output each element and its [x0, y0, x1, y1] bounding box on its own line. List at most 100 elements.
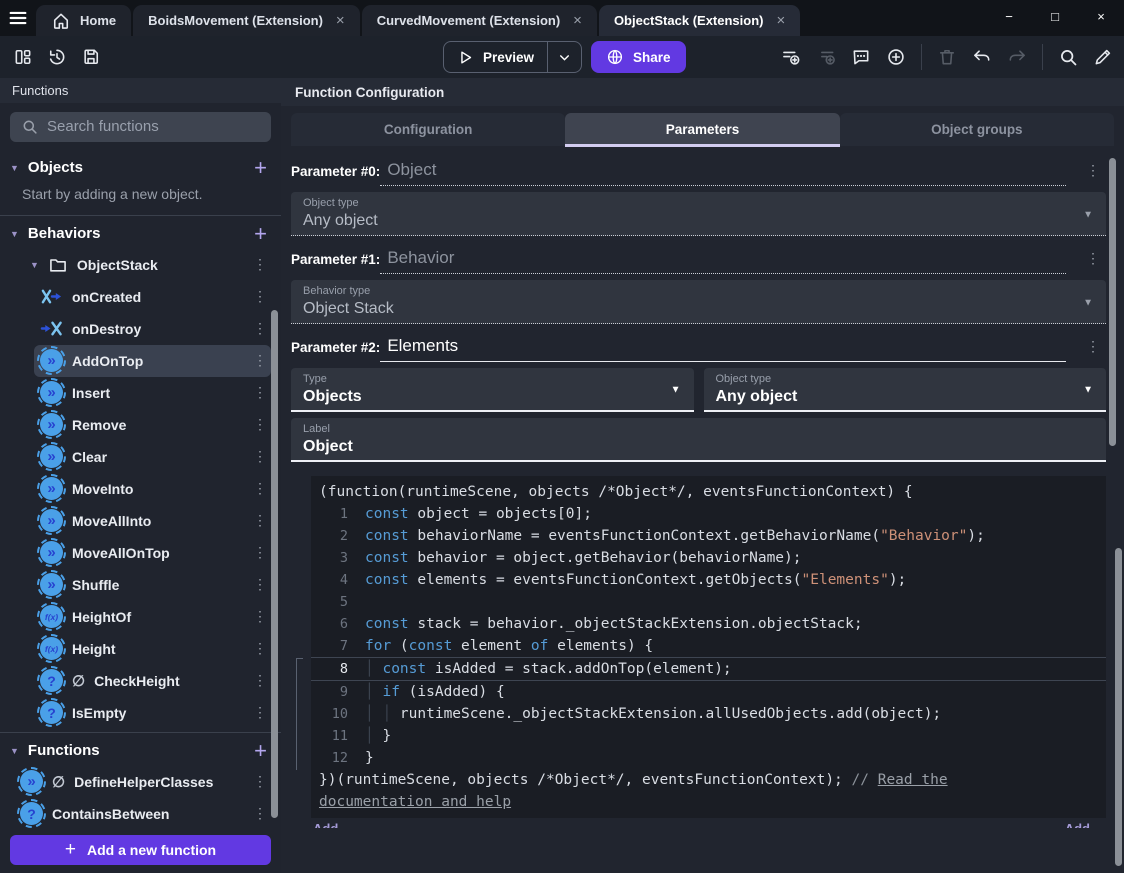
sidebar-scrollbar[interactable] — [271, 310, 278, 818]
search-input[interactable] — [47, 118, 260, 136]
sidebar-item-definehelperclasses[interactable]: » ∅ DefineHelperClasses ⋮ — [14, 766, 271, 798]
dropdown-type[interactable]: Type Objects ▼ — [291, 368, 694, 412]
add-objects-button[interactable]: + — [254, 156, 267, 179]
item-menu-icon[interactable]: ⋮ — [249, 352, 271, 369]
layout-panels-icon[interactable] — [8, 42, 38, 72]
item-menu-icon[interactable]: ⋮ — [249, 773, 271, 790]
sidebar-item-addontop[interactable]: » AddOnTop ⋮ — [34, 344, 271, 377]
close-button[interactable]: × — [1078, 0, 1124, 32]
tab-boidsmovement-extension-[interactable]: BoidsMovement (Extension) × — [133, 5, 360, 36]
save-icon[interactable] — [76, 42, 106, 72]
item-menu-icon[interactable]: ⋮ — [249, 384, 271, 401]
preview-dropdown-button[interactable] — [547, 42, 581, 72]
parameter-name-field[interactable]: Object — [380, 160, 1066, 186]
redo-icon[interactable] — [1002, 42, 1032, 72]
add-circle-icon[interactable] — [881, 42, 911, 72]
parameter-menu-icon[interactable]: ⋮ — [1080, 338, 1106, 362]
dropdown-behavior-type[interactable]: Behavior type Object Stack ▼ — [291, 280, 1106, 324]
chevron-down-icon[interactable]: ▼ — [10, 163, 19, 173]
share-button[interactable]: Share — [591, 41, 686, 73]
code-token: │ — [365, 661, 383, 677]
search-icon[interactable] — [1053, 42, 1083, 72]
item-menu-icon[interactable]: ⋮ — [249, 640, 271, 657]
chevron-down-icon[interactable]: ▼ — [10, 746, 19, 756]
sidebar-item-moveallinto[interactable]: » MoveAllInto ⋮ — [34, 505, 271, 537]
field-value: Any object — [303, 212, 378, 229]
chevron-down-icon: ▼ — [1083, 384, 1093, 396]
item-menu-icon[interactable]: ⋮ — [249, 448, 271, 465]
chevron-down-icon[interactable]: ▼ — [30, 260, 39, 270]
code-editor[interactable]: (function(runtimeScene, objects /*Object… — [296, 476, 1106, 818]
tab-parameters[interactable]: Parameters — [565, 113, 840, 147]
item-menu-icon[interactable]: ⋮ — [249, 608, 271, 625]
sidebar-item-isempty[interactable]: ? IsEmpty ⋮ — [34, 697, 271, 729]
dropdown-object-type[interactable]: Object type Any object ▼ — [703, 368, 1106, 412]
parameter-menu-icon[interactable]: ⋮ — [1080, 162, 1106, 186]
sidebar-item-checkheight[interactable]: ? ∅ CheckHeight ⋮ — [34, 665, 271, 697]
tab-close-icon[interactable]: × — [573, 12, 582, 29]
sidebar-item-moveallontop[interactable]: » MoveAllOnTop ⋮ — [34, 537, 271, 569]
add-subevent-icon[interactable] — [811, 42, 841, 72]
tab-close-icon[interactable]: × — [336, 12, 345, 29]
sidebar-item-height[interactable]: f(x) Height ⋮ — [34, 633, 271, 665]
item-menu-icon[interactable]: ⋮ — [249, 256, 271, 273]
item-menu-icon[interactable]: ⋮ — [249, 288, 271, 305]
sidebar-item-shuffle[interactable]: » Shuffle ⋮ — [34, 569, 271, 601]
item-menu-icon[interactable]: ⋮ — [249, 320, 271, 337]
tab-configuration[interactable]: Configuration — [291, 113, 566, 146]
parameter-menu-icon[interactable]: ⋮ — [1080, 250, 1106, 274]
parameter-name-field[interactable]: Behavior — [380, 248, 1066, 274]
sidebar-item-insert[interactable]: » Insert ⋮ — [34, 377, 271, 409]
add-parameter-button[interactable]: Add — [313, 821, 338, 828]
documentation-link[interactable]: documentation and help — [319, 794, 511, 810]
item-menu-icon[interactable]: ⋮ — [249, 672, 271, 689]
item-menu-icon[interactable]: ⋮ — [249, 416, 271, 433]
tab-object-groups[interactable]: Object groups — [839, 113, 1114, 146]
code-line-text: │ const isAdded = stack.addOnTop(element… — [365, 658, 732, 680]
parameter-name-field[interactable]: Elements — [380, 336, 1066, 362]
add-new-function-button[interactable]: + Add a new function — [10, 834, 271, 866]
tab-close-icon[interactable]: × — [776, 12, 785, 29]
item-menu-icon[interactable]: ⋮ — [249, 480, 271, 497]
item-menu-icon[interactable]: ⋮ — [249, 576, 271, 593]
dropdown-object-type[interactable]: Object type Any object ▼ — [291, 192, 1106, 236]
functions-sidebar: Functions ▼ Objects + Start by adding a new… — [0, 78, 281, 873]
maximize-button[interactable]: □ — [1032, 0, 1078, 32]
add-functions-button[interactable]: + — [254, 739, 267, 762]
behavior-group-objectstack[interactable]: ▼ ObjectStack ⋮ — [0, 249, 271, 281]
fold-hint-icon[interactable]: ^ — [311, 817, 1106, 818]
sidebar-item-moveinto[interactable]: » MoveInto ⋮ — [34, 473, 271, 505]
edit-icon[interactable] — [1088, 42, 1118, 72]
history-icon[interactable] — [42, 42, 72, 72]
parameters-scrollbar[interactable] — [1109, 158, 1116, 446]
sidebar-item-ondestroy[interactable]: onDestroy ⋮ — [34, 313, 271, 345]
tab-home[interactable]: Home — [36, 5, 132, 36]
code-editor-body[interactable]: (function(runtimeScene, objects /*Object… — [311, 476, 1106, 818]
item-menu-icon[interactable]: ⋮ — [249, 805, 271, 822]
code-token: stack = behavior._objectStackExtension.o… — [408, 616, 863, 632]
trash-icon[interactable] — [932, 42, 962, 72]
minimize-button[interactable]: − — [986, 0, 1032, 32]
add-behaviors-button[interactable]: + — [254, 222, 267, 245]
preview-button[interactable]: Preview — [444, 42, 547, 72]
add-button[interactable]: Add — [1065, 821, 1090, 828]
undo-icon[interactable] — [967, 42, 997, 72]
code-scrollbar[interactable] — [1115, 548, 1122, 866]
sidebar-item-clear[interactable]: » Clear ⋮ — [34, 441, 271, 473]
field-value: Object Stack — [303, 300, 394, 317]
sidebar-item-heightof[interactable]: f(x) HeightOf ⋮ — [34, 601, 271, 633]
item-menu-icon[interactable]: ⋮ — [249, 544, 271, 561]
chevron-down-icon[interactable]: ▼ — [10, 229, 19, 239]
sidebar-item-oncreated[interactable]: onCreated ⋮ — [34, 281, 271, 313]
tab-curvedmovement-extension-[interactable]: CurvedMovement (Extension) × — [361, 5, 597, 36]
item-menu-icon[interactable]: ⋮ — [249, 512, 271, 529]
documentation-link[interactable]: Read the — [878, 772, 948, 788]
sidebar-item-remove[interactable]: » Remove ⋮ — [34, 409, 271, 441]
comment-icon[interactable] — [846, 42, 876, 72]
tab-objectstack-extension-[interactable]: ObjectStack (Extension) × — [598, 5, 801, 36]
field-label[interactable]: Label Object — [291, 418, 1106, 462]
item-menu-icon[interactable]: ⋮ — [249, 704, 271, 721]
sidebar-item-containsbetween[interactable]: ? ContainsBetween ⋮ — [14, 798, 271, 830]
hamburger-icon[interactable] — [0, 0, 36, 36]
add-event-icon[interactable] — [776, 42, 806, 72]
